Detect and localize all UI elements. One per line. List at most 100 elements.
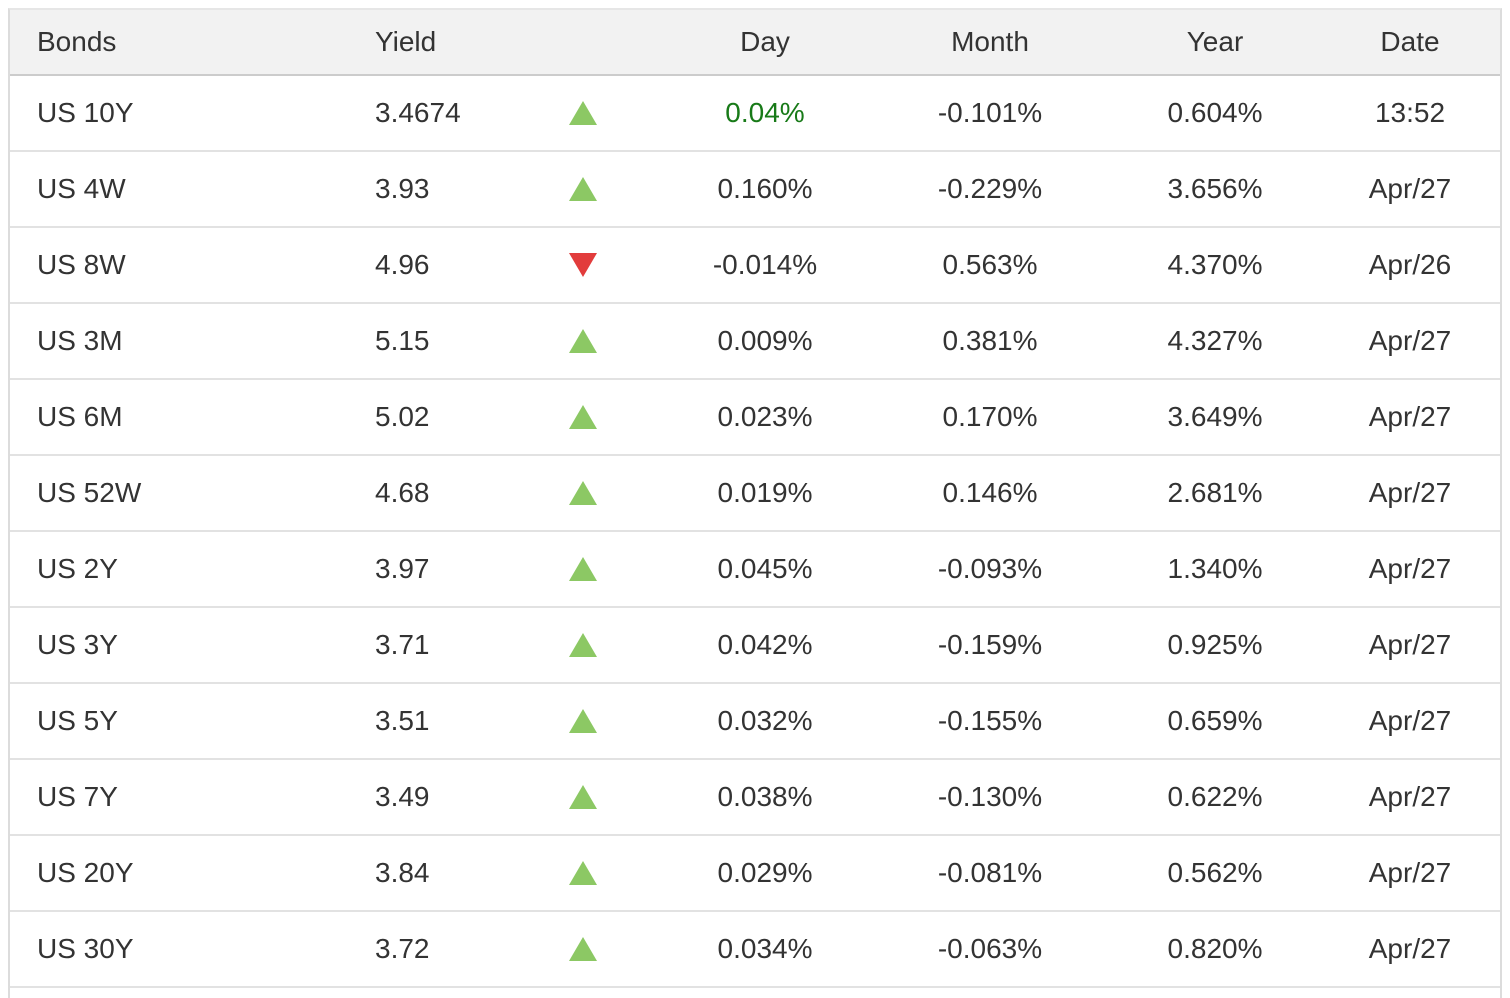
- year-change-value: 2.681%: [1110, 477, 1320, 509]
- day-change-value: 0.029%: [660, 857, 870, 889]
- trend-cell: [505, 177, 660, 201]
- table-row[interactable]: US 3Y 3.71 0.042% -0.159% 0.925% Apr/27: [10, 608, 1500, 684]
- last-update-value: Apr/26: [1320, 249, 1500, 281]
- bond-yield-value: 3.51: [340, 705, 505, 737]
- last-update-value: Apr/27: [1320, 173, 1500, 205]
- table-row[interactable]: US 3M 5.15 0.009% 0.381% 4.327% Apr/27: [10, 304, 1500, 380]
- table-body: US 10Y 3.4674 0.04% -0.101% 0.604% 13:52…: [10, 76, 1500, 988]
- day-change-value: -0.014%: [660, 249, 870, 281]
- trend-up-icon: [569, 633, 597, 657]
- bond-yield-value: 3.84: [340, 857, 505, 889]
- day-change-value: 0.034%: [660, 933, 870, 965]
- column-header-yield[interactable]: Yield: [340, 26, 505, 58]
- bond-name: US 6M: [10, 401, 340, 433]
- bond-yield-value: 5.02: [340, 401, 505, 433]
- bond-yield-value: 3.72: [340, 933, 505, 965]
- bond-name: US 5Y: [10, 705, 340, 737]
- month-change-value: -0.063%: [870, 933, 1110, 965]
- last-update-value: Apr/27: [1320, 553, 1500, 585]
- trend-cell: [505, 937, 660, 961]
- bond-name: US 2Y: [10, 553, 340, 585]
- bond-yield-value: 3.97: [340, 553, 505, 585]
- last-update-value: Apr/27: [1320, 781, 1500, 813]
- day-change-value: 0.04%: [660, 97, 870, 129]
- table-row[interactable]: US 2Y 3.97 0.045% -0.093% 1.340% Apr/27: [10, 532, 1500, 608]
- year-change-value: 0.604%: [1110, 97, 1320, 129]
- bond-yield-value: 3.49: [340, 781, 505, 813]
- table-row[interactable]: US 4W 3.93 0.160% -0.229% 3.656% Apr/27: [10, 152, 1500, 228]
- year-change-value: 0.622%: [1110, 781, 1320, 813]
- year-change-value: 0.659%: [1110, 705, 1320, 737]
- day-change-value: 0.032%: [660, 705, 870, 737]
- table-row[interactable]: US 8W 4.96 -0.014% 0.563% 4.370% Apr/26: [10, 228, 1500, 304]
- year-change-value: 0.820%: [1110, 933, 1320, 965]
- trend-up-icon: [569, 177, 597, 201]
- table-row[interactable]: US 20Y 3.84 0.029% -0.081% 0.562% Apr/27: [10, 836, 1500, 912]
- table-row[interactable]: US 10Y 3.4674 0.04% -0.101% 0.604% 13:52: [10, 76, 1500, 152]
- month-change-value: 0.563%: [870, 249, 1110, 281]
- month-change-value: -0.130%: [870, 781, 1110, 813]
- year-change-value: 4.370%: [1110, 249, 1320, 281]
- year-change-value: 1.340%: [1110, 553, 1320, 585]
- last-update-value: Apr/27: [1320, 629, 1500, 661]
- year-change-value: 3.656%: [1110, 173, 1320, 205]
- bond-name: US 8W: [10, 249, 340, 281]
- column-header-month[interactable]: Month: [870, 26, 1110, 58]
- trend-cell: [505, 405, 660, 429]
- trend-up-icon: [569, 481, 597, 505]
- bond-name: US 4W: [10, 173, 340, 205]
- trend-cell: [505, 861, 660, 885]
- trend-cell: [505, 329, 660, 353]
- bond-yield-value: 5.15: [340, 325, 505, 357]
- trend-up-icon: [569, 101, 597, 125]
- bond-name: US 10Y: [10, 97, 340, 129]
- column-header-day[interactable]: Day: [660, 26, 870, 58]
- day-change-value: 0.019%: [660, 477, 870, 509]
- month-change-value: -0.155%: [870, 705, 1110, 737]
- bond-yield-value: 3.93: [340, 173, 505, 205]
- last-update-value: Apr/27: [1320, 857, 1500, 889]
- trend-cell: [505, 785, 660, 809]
- bond-name: US 52W: [10, 477, 340, 509]
- column-header-bonds[interactable]: Bonds: [10, 26, 340, 58]
- month-change-value: -0.101%: [870, 97, 1110, 129]
- year-change-value: 0.562%: [1110, 857, 1320, 889]
- trend-down-icon: [569, 253, 597, 277]
- trend-up-icon: [569, 557, 597, 581]
- year-change-value: 3.649%: [1110, 401, 1320, 433]
- month-change-value: -0.093%: [870, 553, 1110, 585]
- table-row[interactable]: US 52W 4.68 0.019% 0.146% 2.681% Apr/27: [10, 456, 1500, 532]
- day-change-value: 0.042%: [660, 629, 870, 661]
- next-row-partially-visible: [10, 988, 1500, 998]
- trend-up-icon: [569, 785, 597, 809]
- last-update-value: 13:52: [1320, 97, 1500, 129]
- trend-cell: [505, 557, 660, 581]
- trend-up-icon: [569, 861, 597, 885]
- table-row[interactable]: US 6M 5.02 0.023% 0.170% 3.649% Apr/27: [10, 380, 1500, 456]
- last-update-value: Apr/27: [1320, 477, 1500, 509]
- trend-up-icon: [569, 709, 597, 733]
- table-row[interactable]: US 30Y 3.72 0.034% -0.063% 0.820% Apr/27: [10, 912, 1500, 988]
- bond-name: US 20Y: [10, 857, 340, 889]
- day-change-value: 0.023%: [660, 401, 870, 433]
- day-change-value: 0.038%: [660, 781, 870, 813]
- bond-name: US 3M: [10, 325, 340, 357]
- trend-up-icon: [569, 937, 597, 961]
- trend-cell: [505, 481, 660, 505]
- trend-up-icon: [569, 329, 597, 353]
- table-row[interactable]: US 5Y 3.51 0.032% -0.155% 0.659% Apr/27: [10, 684, 1500, 760]
- table-header-row: Bonds Yield Day Month Year Date: [10, 10, 1500, 76]
- year-change-value: 4.327%: [1110, 325, 1320, 357]
- bond-name: US 7Y: [10, 781, 340, 813]
- month-change-value: 0.170%: [870, 401, 1110, 433]
- month-change-value: 0.146%: [870, 477, 1110, 509]
- column-header-date[interactable]: Date: [1320, 26, 1500, 58]
- month-change-value: -0.081%: [870, 857, 1110, 889]
- last-update-value: Apr/27: [1320, 933, 1500, 965]
- table-row[interactable]: US 7Y 3.49 0.038% -0.130% 0.622% Apr/27: [10, 760, 1500, 836]
- bond-yield-value: 3.4674: [340, 97, 505, 129]
- bond-yield-value: 4.96: [340, 249, 505, 281]
- day-change-value: 0.160%: [660, 173, 870, 205]
- column-header-year[interactable]: Year: [1110, 26, 1320, 58]
- month-change-value: -0.159%: [870, 629, 1110, 661]
